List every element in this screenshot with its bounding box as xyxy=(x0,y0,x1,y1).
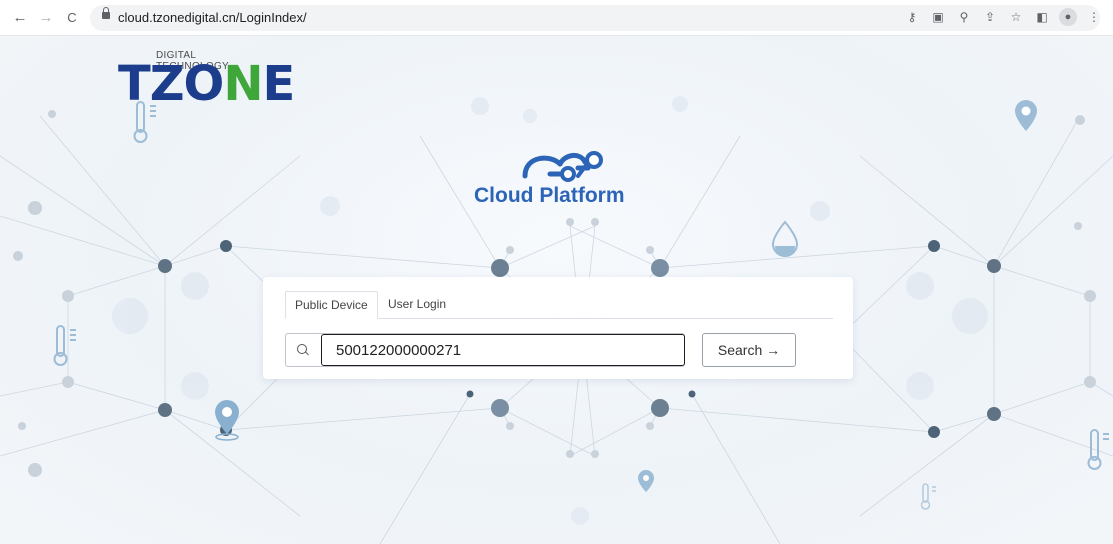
browser-actions: ⚷ ▣ ⚲ ⇪ ☆ ◧ ● ⋮ xyxy=(903,8,1103,26)
tab-user-login[interactable]: User Login xyxy=(379,291,455,317)
key-icon[interactable]: ⚷ xyxy=(903,8,921,26)
login-panel: Public Device User Login Search → xyxy=(263,277,853,379)
thermometer-icon xyxy=(1087,429,1109,470)
url-text: cloud.tzonedigital.cn/LoginIndex/ xyxy=(118,10,307,25)
water-drop-icon xyxy=(771,220,799,257)
star-icon[interactable]: ☆ xyxy=(1007,8,1025,26)
device-search-input[interactable] xyxy=(321,334,685,366)
search-icon xyxy=(297,344,307,354)
forward-button[interactable]: → xyxy=(36,8,56,28)
thermometer-icon xyxy=(53,325,76,366)
brand-name: TZONE xyxy=(118,60,295,108)
browser-toolbar: ← → C cloud.tzonedigital.cn/LoginIndex/ … xyxy=(0,0,1113,36)
location-pin-icon xyxy=(1015,100,1037,131)
profile-icon[interactable]: ● xyxy=(1059,8,1077,26)
location-pin-icon xyxy=(215,400,239,441)
device-search-box[interactable] xyxy=(285,333,685,367)
back-button[interactable]: ← xyxy=(10,8,30,28)
zoom-icon[interactable]: ⚲ xyxy=(955,8,973,26)
share-icon[interactable]: ⇪ xyxy=(981,8,999,26)
login-page: DIGITAL TECHNOLOGY TZONE Cloud Platform … xyxy=(0,36,1113,544)
search-button[interactable]: Search → xyxy=(702,333,796,367)
brand-name-suffix: E xyxy=(262,56,296,112)
location-pin-icon xyxy=(638,470,654,492)
thermometer-icon xyxy=(920,483,936,510)
cloud-platform-title: Cloud Platform xyxy=(474,184,625,207)
lock-icon xyxy=(102,7,110,19)
cloud-platform-logo: Cloud Platform xyxy=(470,146,660,216)
translate-icon[interactable]: ▣ xyxy=(929,8,947,26)
tab-public-device[interactable]: Public Device xyxy=(285,291,378,319)
reload-button[interactable]: C xyxy=(62,8,82,28)
cloud-icon xyxy=(522,151,603,182)
menu-icon[interactable]: ⋮ xyxy=(1085,8,1103,26)
brand-name-highlight: N xyxy=(223,56,263,112)
brand-name-prefix: TZO xyxy=(118,56,224,112)
panel-tabs: Public Device User Login xyxy=(285,291,833,319)
sidebar-icon[interactable]: ◧ xyxy=(1033,8,1051,26)
